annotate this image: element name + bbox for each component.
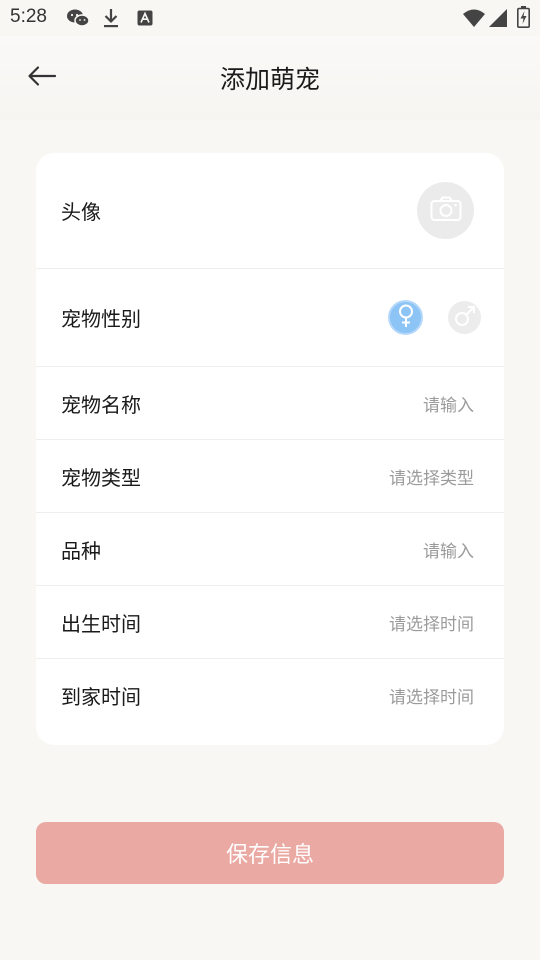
breed-label: 品种 xyxy=(61,538,101,563)
name-input[interactable]: 请输入 xyxy=(423,391,474,416)
male-symbol-icon xyxy=(453,304,477,332)
birth-date-picker[interactable]: 请选择时间 xyxy=(389,610,474,635)
wifi-icon xyxy=(462,8,486,32)
type-row[interactable]: 宠物类型 请选择类型 xyxy=(36,440,504,512)
arrival-date-row[interactable]: 到家时间 请选择时间 xyxy=(36,659,504,731)
avatar-label: 头像 xyxy=(61,200,101,224)
header: 添加萌宠 xyxy=(0,36,540,120)
name-row[interactable]: 宠物名称 请输入 xyxy=(36,367,504,439)
birth-date-label: 出生时间 xyxy=(61,611,141,636)
arrival-date-label: 到家时间 xyxy=(61,684,141,709)
birth-date-row[interactable]: 出生时间 请选择时间 xyxy=(36,586,504,658)
breed-row[interactable]: 品种 请输入 xyxy=(36,513,504,585)
gender-row: 宠物性别 xyxy=(36,269,504,366)
type-label: 宠物类型 xyxy=(61,465,141,490)
gender-female-button[interactable] xyxy=(388,300,423,335)
pet-form-card: 头像 宠物性别 宠物名称 请输入 宠物类型 请选择类型 品种 请输入 出生时间 … xyxy=(36,153,504,745)
avatar-picker[interactable] xyxy=(417,182,474,239)
type-select[interactable]: 请选择类型 xyxy=(389,464,474,489)
save-button[interactable]: 保存信息 xyxy=(36,822,504,884)
download-icon xyxy=(102,7,120,33)
avatar-row[interactable]: 头像 xyxy=(36,153,504,268)
status-time: 5:28 xyxy=(10,6,47,27)
battery-charging-icon xyxy=(517,6,530,32)
text-a-icon xyxy=(137,10,153,30)
page-title: 添加萌宠 xyxy=(219,65,320,94)
camera-icon xyxy=(430,196,462,226)
wechat-icon xyxy=(66,8,90,32)
female-symbol-icon xyxy=(397,304,415,332)
gender-male-button[interactable] xyxy=(448,301,481,334)
status-bar: 5:28 xyxy=(0,0,540,36)
gender-label: 宠物性别 xyxy=(61,307,141,331)
breed-input[interactable]: 请输入 xyxy=(423,537,474,562)
signal-icon xyxy=(488,8,508,32)
name-label: 宠物名称 xyxy=(61,392,141,417)
arrival-date-picker[interactable]: 请选择时间 xyxy=(389,683,474,708)
